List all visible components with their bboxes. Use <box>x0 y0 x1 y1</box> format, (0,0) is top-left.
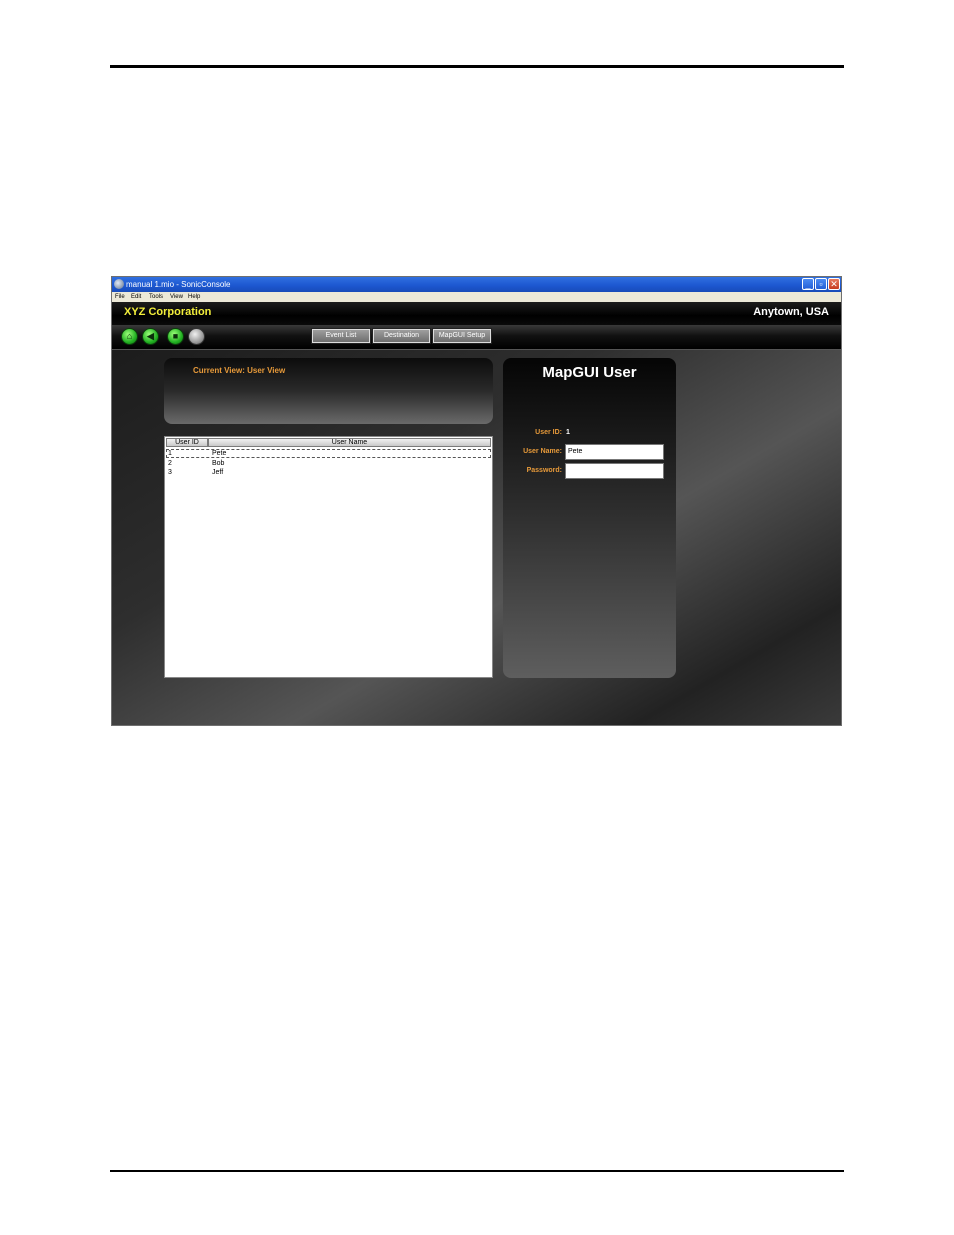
footer-rule <box>110 1170 844 1172</box>
column-header-user-id[interactable]: User ID <box>166 438 208 447</box>
back-icon[interactable]: ◀ <box>142 328 159 345</box>
main-content: Current View: User View User ID User Nam… <box>112 350 841 725</box>
table-row[interactable]: 2 Bob <box>166 459 491 468</box>
close-button[interactable]: ✕ <box>828 278 840 290</box>
user-id-value: 1 <box>566 429 570 436</box>
user-name-field[interactable]: Pete <box>565 444 664 460</box>
table-row[interactable]: 3 Jeff <box>166 468 491 477</box>
user-detail-panel: MapGUI User User ID: 1 User Name: Pete P… <box>503 358 676 678</box>
column-header-user-name[interactable]: User Name <box>208 438 491 447</box>
cell-user-name: Jeff <box>212 469 224 476</box>
cell-user-id: 2 <box>168 460 172 467</box>
location-label: Anytown, USA <box>753 306 829 318</box>
menu-file[interactable]: File <box>115 292 125 302</box>
password-label: Password: <box>526 467 562 474</box>
company-name: XYZ Corporation <box>124 306 212 318</box>
menu-view[interactable]: View <box>170 292 183 302</box>
cell-user-id: 3 <box>168 469 172 476</box>
cell-user-id: 1 <box>168 450 172 457</box>
brand-bar: XYZ Corporation Anytown, USA <box>112 302 841 325</box>
table-row[interactable]: 1 Pete <box>166 449 491 458</box>
panel-title: MapGUI User <box>542 364 637 381</box>
tab-event-list[interactable]: Event List <box>311 328 371 344</box>
app-window: manual 1.mio - SonicConsole _ ▫ ✕ File E… <box>112 277 841 725</box>
home-icon[interactable]: ⌂ <box>121 328 138 345</box>
app-icon <box>114 279 124 289</box>
user-table[interactable]: User ID User Name 1 Pete 2 Bob 3 Jeff <box>164 436 493 678</box>
menu-tools[interactable]: Tools <box>149 292 163 302</box>
password-field[interactable] <box>565 463 664 479</box>
header-rule <box>110 65 844 68</box>
cell-user-name: Pete <box>212 450 227 457</box>
tab-destination[interactable]: Destination <box>372 328 431 344</box>
user-id-label: User ID: <box>535 429 562 436</box>
menu-help[interactable]: Help <box>188 292 200 302</box>
minimize-button[interactable]: _ <box>802 278 814 290</box>
stop-icon[interactable]: ■ <box>167 328 184 345</box>
current-view-label: Current View: User View <box>193 366 286 375</box>
cell-user-name: Bob <box>212 460 225 467</box>
window-title: manual 1.mio - SonicConsole <box>126 280 231 289</box>
maximize-button[interactable]: ▫ <box>815 278 827 290</box>
user-name-label: User Name: <box>523 448 562 455</box>
tab-mapgui-setup[interactable]: MapGUI Setup <box>432 328 492 344</box>
menu-bar: File Edit Tools View Help <box>112 292 841 302</box>
disabled-icon <box>188 328 205 345</box>
toolbar: ⌂ ◀ ■ Event List Destination MapGUI Setu… <box>112 325 841 350</box>
table-header: User ID User Name <box>166 438 491 447</box>
title-bar[interactable]: manual 1.mio - SonicConsole _ ▫ ✕ <box>112 277 841 292</box>
menu-edit[interactable]: Edit <box>131 292 141 302</box>
current-view-box: Current View: User View <box>164 358 493 424</box>
